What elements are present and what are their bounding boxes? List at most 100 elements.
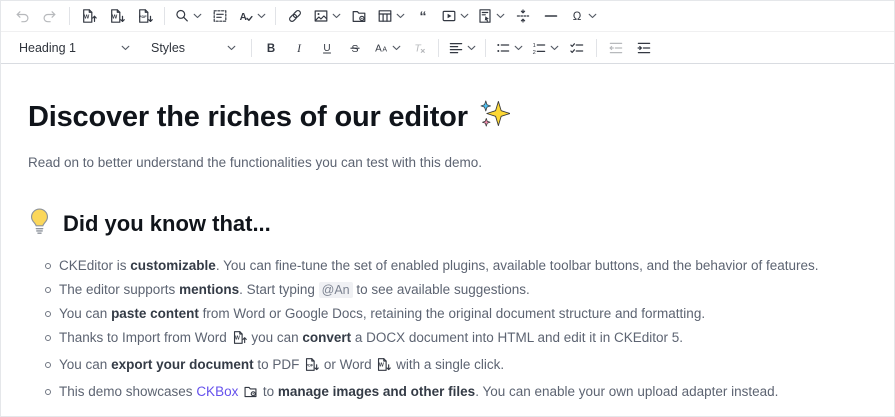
list-item: You can export your document to PDF PDF … bbox=[45, 353, 876, 380]
undo-button bbox=[10, 4, 34, 28]
heading-dropdown-label: Heading 1 bbox=[19, 40, 76, 55]
bold-text: convert bbox=[302, 330, 352, 345]
block-quote-icon: “ bbox=[415, 8, 431, 24]
find-and-replace-button[interactable] bbox=[172, 4, 204, 28]
special-characters-icon: Ω bbox=[569, 8, 585, 24]
indent-button[interactable] bbox=[632, 36, 656, 60]
insert-media-button[interactable] bbox=[439, 4, 471, 28]
indent-icon bbox=[636, 40, 652, 56]
bold-text: manage images and other files bbox=[277, 384, 476, 399]
document-title-text: Discover the riches of our editor bbox=[28, 101, 468, 133]
svg-text:I: I bbox=[296, 43, 302, 55]
svg-text:Ω: Ω bbox=[573, 11, 582, 23]
bulleted-list-icon bbox=[495, 40, 511, 56]
mention-chip: @An bbox=[318, 282, 353, 298]
text-alignment-button[interactable] bbox=[446, 36, 478, 60]
styles-dropdown-label: Styles bbox=[151, 40, 186, 55]
styles-dropdown[interactable]: Styles bbox=[142, 36, 244, 60]
horizontal-line-icon bbox=[543, 8, 559, 24]
svg-text:2: 2 bbox=[533, 49, 536, 55]
chevron-down-icon bbox=[496, 13, 505, 19]
bold-icon: B bbox=[263, 40, 279, 56]
outdent-icon bbox=[608, 40, 624, 56]
list-item: CKEditor is customizable. You can fine-t… bbox=[45, 254, 876, 278]
todo-list-button[interactable] bbox=[565, 36, 589, 60]
toolbar-separator bbox=[596, 38, 597, 57]
ckbox-file-manager-button[interactable] bbox=[347, 4, 371, 28]
font-family-button[interactable]: AA bbox=[371, 36, 403, 60]
select-all-icon bbox=[212, 8, 228, 24]
editor-content-area[interactable]: Discover the riches of our editor Read o… bbox=[1, 98, 894, 407]
toolbar-separator bbox=[275, 7, 276, 25]
bold-text: customizable bbox=[130, 258, 216, 273]
import-word-icon: W bbox=[232, 329, 247, 353]
ckbox-link[interactable]: CKBox bbox=[196, 384, 238, 399]
intro-paragraph: Read on to better understand the functio… bbox=[28, 155, 483, 170]
bold-text: mentions bbox=[179, 282, 240, 297]
svg-text:W: W bbox=[112, 14, 118, 20]
svg-text:1: 1 bbox=[533, 43, 536, 49]
import-word-icon: W bbox=[81, 8, 97, 24]
chevron-down-icon bbox=[588, 13, 597, 19]
export-word-icon: W bbox=[376, 356, 392, 380]
strikethrough-button[interactable]: S bbox=[343, 36, 367, 60]
chevron-down-icon bbox=[227, 45, 236, 51]
chevron-down-icon bbox=[396, 13, 405, 19]
horizontal-line-button[interactable] bbox=[539, 4, 563, 28]
special-characters-button[interactable]: Ω bbox=[567, 4, 599, 28]
import-from-word-button[interactable]: W bbox=[77, 4, 101, 28]
toolbar-row-2: Heading 1 Styles B I U S A A T 1 2 bbox=[1, 32, 894, 63]
block-quote-button[interactable]: “ bbox=[411, 4, 435, 28]
export-to-word-button[interactable]: W bbox=[105, 4, 129, 28]
numbered-list-button[interactable]: 12 bbox=[529, 36, 561, 60]
undo-icon bbox=[14, 8, 30, 24]
list-item: You can paste content from Word or Googl… bbox=[45, 302, 876, 326]
proofread-button[interactable]: A bbox=[236, 4, 268, 28]
sparkles-emoji bbox=[479, 98, 511, 137]
svg-text:W: W bbox=[234, 336, 239, 342]
italic-icon: I bbox=[291, 40, 307, 56]
outdent-button bbox=[604, 36, 628, 60]
bold-button[interactable]: B bbox=[259, 36, 283, 60]
export-pdf-icon: PDF bbox=[137, 8, 153, 24]
template-icon bbox=[477, 8, 493, 24]
ckbox-icon bbox=[243, 383, 258, 407]
chevron-down-icon bbox=[467, 45, 476, 51]
list-item: This demo showcases CKBox to manage imag… bbox=[45, 380, 876, 407]
svg-text:PDF: PDF bbox=[306, 363, 314, 367]
link-button[interactable] bbox=[283, 4, 307, 28]
proofread-icon: A bbox=[238, 8, 254, 24]
toolbar-separator bbox=[164, 7, 165, 25]
find-replace-icon bbox=[174, 8, 190, 24]
bold-text: paste content bbox=[111, 306, 199, 321]
redo-button bbox=[38, 4, 62, 28]
page-break-icon bbox=[515, 8, 531, 24]
toolbar-row-1: W W PDF A “ Ω bbox=[1, 1, 894, 32]
svg-text:B: B bbox=[267, 43, 275, 55]
svg-text:A: A bbox=[375, 43, 382, 54]
select-all-button[interactable] bbox=[208, 4, 232, 28]
chevron-down-icon bbox=[257, 13, 266, 19]
export-to-pdf-button[interactable]: PDF bbox=[133, 4, 157, 28]
page-break-button[interactable] bbox=[511, 4, 535, 28]
svg-text:U: U bbox=[323, 42, 330, 53]
insert-table-button[interactable] bbox=[375, 4, 407, 28]
insert-template-button[interactable] bbox=[475, 4, 507, 28]
list-item: Thanks to Import from Word W you can con… bbox=[45, 326, 876, 353]
bulleted-list-button[interactable] bbox=[493, 36, 525, 60]
chevron-down-icon bbox=[193, 13, 202, 19]
svg-text:W: W bbox=[379, 363, 384, 369]
feature-list: CKEditor is customizable. You can fine-t… bbox=[28, 254, 876, 407]
svg-text:“: “ bbox=[420, 8, 427, 24]
table-icon bbox=[377, 8, 393, 24]
numbered-list-icon: 12 bbox=[531, 40, 547, 56]
toolbar-separator bbox=[438, 38, 439, 57]
chevron-down-icon bbox=[514, 45, 523, 51]
insert-image-button[interactable] bbox=[311, 4, 343, 28]
heading-dropdown[interactable]: Heading 1 bbox=[10, 36, 138, 60]
underline-button[interactable]: U bbox=[315, 36, 339, 60]
svg-text:A: A bbox=[382, 46, 387, 53]
editor-frame: W W PDF A “Ω Heading 1 Styles B I U S A A T 1 2 Discove… bbox=[0, 0, 895, 417]
italic-button[interactable]: I bbox=[287, 36, 311, 60]
section-heading-text: Did you know that... bbox=[63, 211, 271, 236]
